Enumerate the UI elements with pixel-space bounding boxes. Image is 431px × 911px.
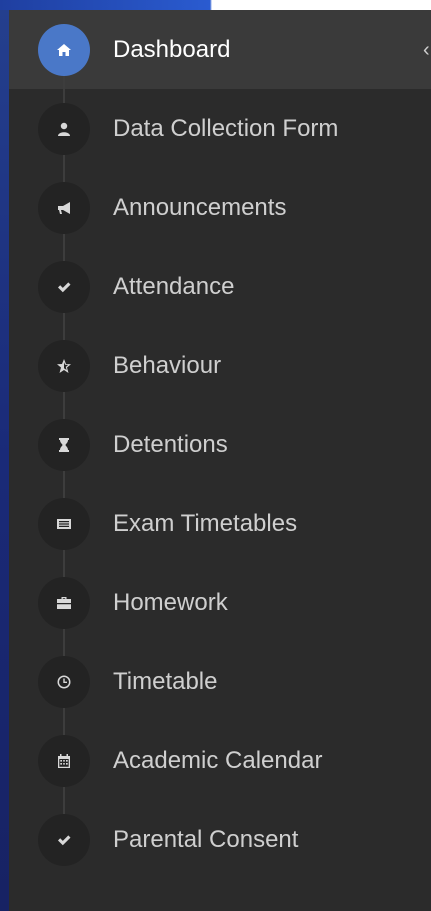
sidebar-menu: Dashboard ‹ Data Collection Form Announc… bbox=[9, 10, 431, 879]
sidebar-item-label: Exam Timetables bbox=[113, 509, 298, 537]
sidebar-item-announcements[interactable]: Announcements bbox=[9, 168, 431, 247]
sidebar-item-label: Parental Consent bbox=[113, 825, 299, 853]
top-bar bbox=[0, 0, 431, 10]
star-half-icon bbox=[38, 339, 90, 392]
sidebar-item-label: Announcements bbox=[113, 193, 287, 221]
sidebar-item-timetable[interactable]: Timetable bbox=[9, 642, 431, 721]
clock-icon bbox=[38, 655, 90, 708]
sidebar-item-label: Timetable bbox=[113, 667, 218, 695]
sidebar-item-label: Behaviour bbox=[113, 351, 222, 379]
sidebar-item-label: Attendance bbox=[113, 272, 235, 300]
sidebar-item-data-collection-form[interactable]: Data Collection Form bbox=[9, 89, 431, 168]
check-icon bbox=[38, 813, 90, 866]
sidebar-item-parental-consent[interactable]: Parental Consent bbox=[9, 800, 431, 879]
sidebar-nav: Dashboard ‹ Data Collection Form Announc… bbox=[9, 10, 431, 911]
sidebar-item-label: Dashboard bbox=[113, 35, 231, 63]
sidebar-item-label: Detentions bbox=[113, 430, 228, 458]
check-icon bbox=[38, 260, 90, 313]
megaphone-icon bbox=[38, 181, 90, 234]
sidebar-item-label: Data Collection Form bbox=[113, 114, 339, 142]
sidebar-item-exam-timetables[interactable]: Exam Timetables bbox=[9, 484, 431, 563]
sidebar-item-detentions[interactable]: Detentions bbox=[9, 405, 431, 484]
briefcase-icon bbox=[38, 576, 90, 629]
left-edge-strip bbox=[0, 10, 9, 911]
sidebar-item-behaviour[interactable]: Behaviour bbox=[9, 326, 431, 405]
sidebar-item-homework[interactable]: Homework bbox=[9, 563, 431, 642]
sidebar-item-label: Homework bbox=[113, 588, 228, 616]
hourglass-icon bbox=[38, 418, 90, 471]
sidebar-item-label: Academic Calendar bbox=[113, 746, 323, 774]
list-icon bbox=[38, 497, 90, 550]
sidebar-item-dashboard[interactable]: Dashboard ‹ bbox=[9, 10, 431, 89]
calendar-icon bbox=[38, 734, 90, 787]
home-icon bbox=[38, 23, 90, 76]
collapse-caret-icon[interactable]: ‹ bbox=[423, 40, 431, 60]
sidebar-item-academic-calendar[interactable]: Academic Calendar bbox=[9, 721, 431, 800]
sidebar-item-attendance[interactable]: Attendance bbox=[9, 247, 431, 326]
user-icon bbox=[38, 102, 90, 155]
